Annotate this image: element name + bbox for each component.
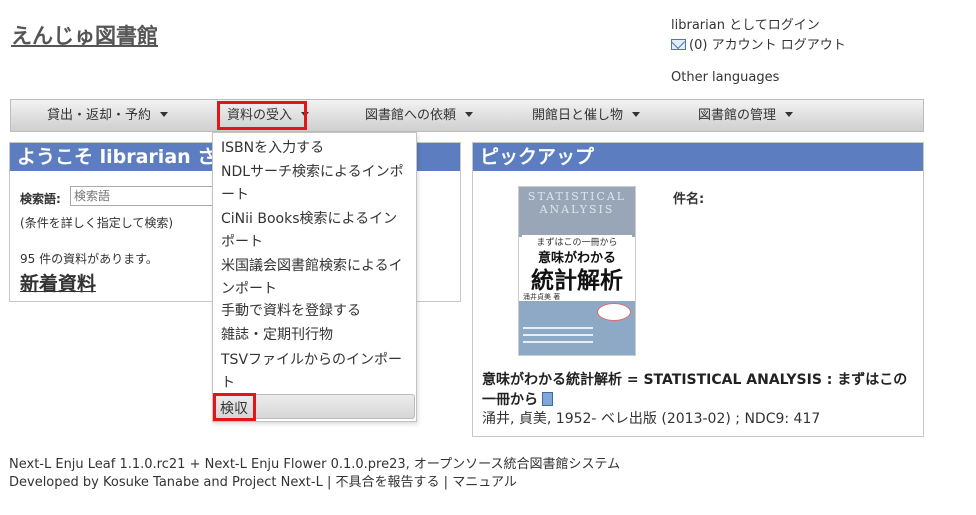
cover-decor-line: [523, 334, 593, 336]
cover-english-title: STATISTICAL ANALYSIS: [527, 190, 627, 216]
nav-label: 開館日と催し物: [532, 108, 624, 123]
book-icon: [542, 392, 553, 406]
nav-label: 貸出・返却・予約: [47, 108, 152, 123]
other-languages-link[interactable]: Other languages: [671, 70, 779, 85]
report-bug-link[interactable]: 不具合を報告する: [336, 475, 440, 490]
book-cover-image[interactable]: STATISTICAL ANALYSIS まずはこの一冊から 意味がわかる 統計…: [518, 186, 636, 356]
footer: Next-L Enju Leaf 1.1.0.rc21 + Next-L Enj…: [9, 456, 620, 492]
caret-down-icon: [465, 112, 474, 117]
pub-date: (2013-02): [661, 411, 731, 427]
nav-admin[interactable]: 図書館の管理: [698, 100, 794, 131]
caret-down-icon: [632, 112, 641, 117]
paren-close: ): [168, 216, 174, 230]
nav-label: 図書館への依頼: [365, 108, 457, 123]
nav-circulation[interactable]: 貸出・返却・予約: [47, 100, 169, 131]
menu-item-loc-import[interactable]: 米国議会図書館検索によるインポート: [221, 255, 411, 301]
message-count: (0): [689, 38, 708, 53]
mail-icon[interactable]: [671, 39, 686, 50]
subject-label: 件名:: [673, 192, 705, 207]
nav-events[interactable]: 開館日と催し物: [532, 100, 641, 131]
and-text: and: [203, 475, 228, 490]
menu-item-tsv-import[interactable]: TSVファイルからのインポート: [221, 349, 411, 395]
user-box: librarian としてログイン (0) アカウント ログアウト: [671, 16, 846, 56]
footer-separator: |: [326, 475, 332, 490]
new-items-link[interactable]: 新着資料: [20, 269, 96, 296]
cover-badge: [597, 303, 631, 321]
ndc-link[interactable]: NDC9: 417: [744, 411, 820, 427]
menu-item-periodicals[interactable]: 雑誌・定期刊行物: [221, 324, 411, 347]
project-next-l-link[interactable]: Project Next-L: [232, 475, 323, 490]
footer-plus: +: [189, 457, 201, 472]
search-label: 検索語:: [20, 192, 61, 206]
book-title: 意味がわかる統計解析 = STATISTICAL ANALYSIS : まずはこ…: [482, 370, 912, 410]
cover-title-line2: 統計解析: [531, 268, 623, 294]
developed-by-text: Developed by: [9, 475, 99, 490]
logout-link[interactable]: ログアウト: [781, 38, 846, 53]
nav-requests[interactable]: 図書館への依頼: [365, 100, 474, 131]
menu-item-cinii-import[interactable]: CiNii Books検索によるインポート: [221, 208, 411, 254]
footer-line1: Next-L Enju Leaf 1.1.0.rc21 + Next-L Enj…: [9, 456, 620, 474]
search-input[interactable]: [70, 186, 220, 206]
login-status: librarian としてログイン: [671, 18, 820, 33]
author-link[interactable]: 涌井, 貞美, 1952-: [482, 411, 596, 427]
nav-label: 図書館の管理: [698, 108, 777, 123]
acquisition-dropdown-menu: ISBNを入力する NDLサーチ検索によるインポート CiNii Books検索…: [212, 132, 417, 422]
item-count: 95 件の資料があります。: [20, 252, 158, 266]
site-title-link[interactable]: えんじゅ図書館: [11, 20, 158, 50]
footer-line2: Developed by Kosuke Tanabe and Project N…: [9, 474, 620, 492]
footer-tagline: , オープンソース統合図書館システム: [405, 457, 621, 472]
advanced-search: (条件を詳しく指定して検索): [20, 214, 173, 231]
developer-link[interactable]: Kosuke Tanabe: [103, 475, 199, 490]
menu-item-manual-register[interactable]: 手動で資料を登録する: [221, 300, 411, 323]
manual-link[interactable]: マニュアル: [452, 475, 517, 490]
advanced-search-link[interactable]: 条件を詳しく指定して検索: [25, 216, 169, 230]
menu-item-ndl-import[interactable]: NDLサーチ検索によるインポート: [221, 161, 411, 207]
inspection-highlight-box: [213, 393, 256, 421]
caret-down-icon: [160, 112, 169, 117]
enju-leaf-link[interactable]: Next-L Enju Leaf 1.1.0.rc21: [9, 457, 185, 472]
user-links: (0) アカウント ログアウト: [671, 36, 846, 56]
acquisition-highlight-box: [217, 101, 307, 130]
footer-separator: |: [443, 475, 449, 490]
enju-flower-link[interactable]: Next-L Enju Flower 0.1.0.pre23: [205, 457, 406, 472]
meta-separator: ;: [735, 411, 740, 427]
caret-down-icon: [785, 112, 794, 117]
cover-decor-line: [523, 341, 593, 343]
cover-decor-line: [523, 327, 593, 329]
pickup-title: ピックアップ: [473, 143, 923, 171]
main-navbar: 貸出・返却・予約 資料の受入 図書館への依頼 開館日と催し物 図書館の管理: [10, 99, 924, 132]
cover-bottom-band: [519, 301, 635, 355]
book-meta: 涌井, 貞美, 1952- ベレ出版 (2013-02) ; NDC9: 417: [482, 408, 820, 428]
publisher-link[interactable]: ベレ出版: [601, 411, 657, 427]
menu-item-isbn[interactable]: ISBNを入力する: [221, 137, 411, 160]
account-link[interactable]: アカウント: [712, 38, 777, 53]
